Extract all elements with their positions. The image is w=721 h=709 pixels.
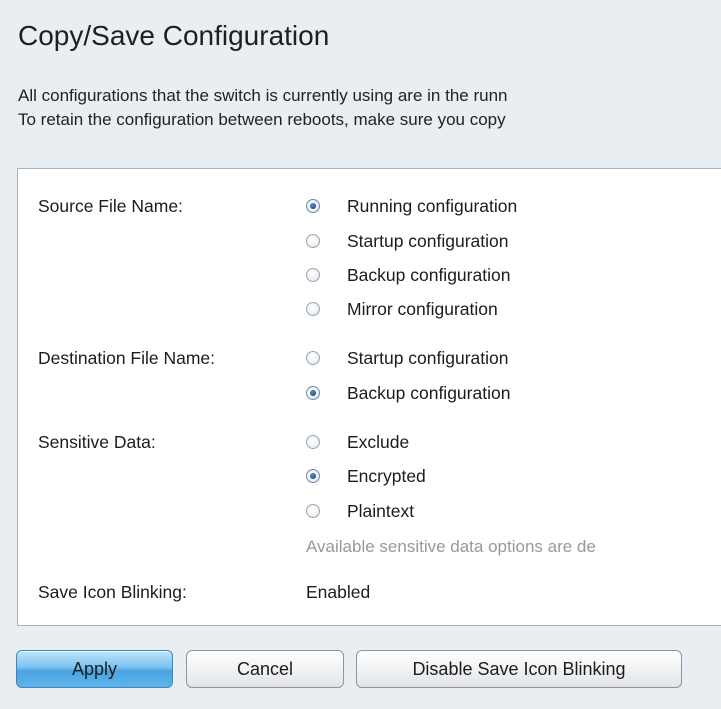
source-running-config-label: Running configuration — [347, 195, 518, 216]
destination-file-name-label: Destination File Name: — [38, 348, 216, 368]
sensitive-exclude-radio[interactable]: Exclude — [306, 430, 409, 454]
cancel-button[interactable]: Cancel — [186, 650, 344, 688]
page-description-line-1: All configurations that the switch is cu… — [18, 86, 508, 105]
destination-backup-config-label: Backup configuration — [347, 382, 511, 403]
sensitive-encrypted-label: Encrypted — [347, 465, 426, 486]
radio-icon — [306, 351, 320, 365]
sensitive-encrypted-radio[interactable]: Encrypted — [306, 464, 426, 488]
source-mirror-config-label: Mirror configuration — [347, 298, 498, 319]
source-startup-config-label: Startup configuration — [347, 230, 509, 251]
destination-startup-config-radio[interactable]: Startup configuration — [306, 346, 509, 370]
sensitive-exclude-label: Exclude — [347, 431, 410, 452]
save-icon-blinking-value: Enabled — [306, 582, 371, 602]
radio-icon — [306, 386, 320, 400]
source-startup-config-radio[interactable]: Startup configuration — [306, 229, 509, 253]
source-file-name-label: Source File Name: — [38, 196, 183, 216]
sensitive-data-note: Available sensitive data options are de — [306, 537, 596, 556]
source-running-config-radio[interactable]: Running configuration — [306, 194, 517, 218]
destination-startup-config-label: Startup configuration — [347, 347, 509, 368]
page-description-line-2: To retain the configuration between rebo… — [18, 110, 506, 129]
destination-backup-config-radio[interactable]: Backup configuration — [306, 381, 510, 405]
source-mirror-config-radio[interactable]: Mirror configuration — [306, 297, 498, 321]
source-backup-config-radio[interactable]: Backup configuration — [306, 263, 510, 287]
sensitive-plaintext-label: Plaintext — [347, 500, 415, 521]
source-backup-config-label: Backup configuration — [347, 264, 511, 285]
apply-button[interactable]: Apply — [16, 650, 173, 688]
sensitive-plaintext-radio[interactable]: Plaintext — [306, 499, 414, 523]
copy-save-configuration-page: Copy/Save Configuration All configuratio… — [0, 0, 721, 709]
page-title: Copy/Save Configuration — [18, 20, 330, 51]
radio-icon — [306, 302, 320, 316]
radio-icon — [306, 268, 320, 282]
radio-icon — [306, 199, 320, 213]
radio-icon — [306, 234, 320, 248]
radio-icon — [306, 469, 320, 483]
radio-icon — [306, 435, 320, 449]
save-icon-blinking-label: Save Icon Blinking: — [38, 582, 187, 602]
sensitive-data-label: Sensitive Data: — [38, 432, 156, 452]
disable-save-icon-blinking-button[interactable]: Disable Save Icon Blinking — [356, 650, 682, 688]
radio-icon — [306, 504, 320, 518]
